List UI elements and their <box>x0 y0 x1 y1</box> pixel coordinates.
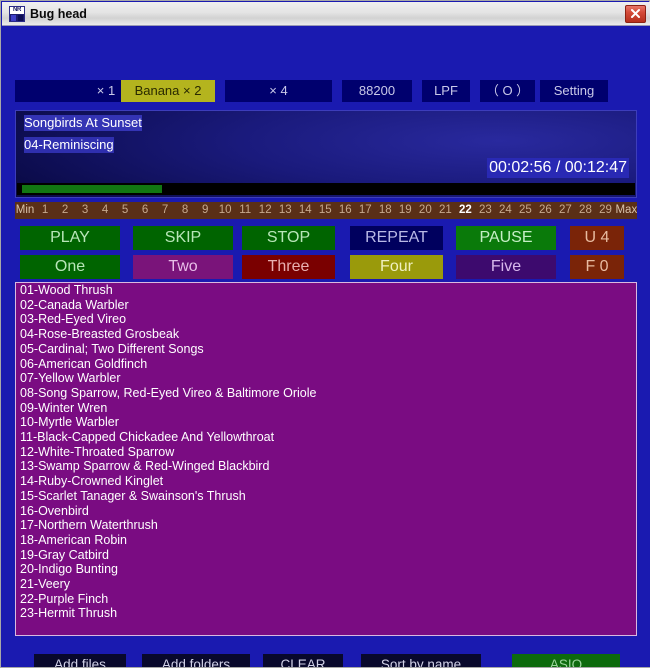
volume-scale[interactable]: Min 1 2 3 4 5 6 7 8 9 10 11 12 13 14 15 16 17 18 19 20 21 22 23… <box>15 202 637 219</box>
control-button-one[interactable]: One <box>20 255 120 279</box>
playlist-item[interactable]: 06-American Goldfinch <box>16 357 636 372</box>
volume-tick-3[interactable]: 3 <box>75 202 95 219</box>
control-button-stop[interactable]: STOP <box>242 226 335 250</box>
volume-tick-16[interactable]: 16 <box>335 202 355 219</box>
volume-tick-max[interactable]: Max <box>615 202 637 219</box>
toolbar-button-4[interactable]: LPF <box>422 80 470 102</box>
volume-tick-24[interactable]: 24 <box>495 202 515 219</box>
album-title: Songbirds At Sunset <box>24 115 142 131</box>
toolbar-button-5[interactable]: （ O ） <box>480 80 535 102</box>
playlist-item[interactable]: 23-Hermit Thrush <box>16 606 636 621</box>
volume-tick-5[interactable]: 5 <box>115 202 135 219</box>
playlist-item[interactable]: 11-Black-Capped Chickadee And Yellowthro… <box>16 430 636 445</box>
volume-tick-11[interactable]: 11 <box>235 202 255 219</box>
volume-tick-10[interactable]: 10 <box>215 202 235 219</box>
title-bar: NR Bug head <box>2 2 650 26</box>
volume-tick-8[interactable]: 8 <box>175 202 195 219</box>
playlist-item[interactable]: 22-Purple Finch <box>16 592 636 607</box>
volume-tick-4[interactable]: 4 <box>95 202 115 219</box>
volume-tick-9[interactable]: 9 <box>195 202 215 219</box>
control-button-five[interactable]: Five <box>456 255 556 279</box>
playlist[interactable]: 01-Wood Thrush 02-Canada Warbler 03-Red-Ey… <box>15 282 637 636</box>
volume-tick-18[interactable]: 18 <box>375 202 395 219</box>
control-button-three[interactable]: Three <box>242 255 335 279</box>
playlist-item[interactable]: 02-Canada Warbler <box>16 298 636 313</box>
volume-tick-13[interactable]: 13 <box>275 202 295 219</box>
playlist-item[interactable]: 20-Indigo Bunting <box>16 562 636 577</box>
control-button-two[interactable]: Two <box>133 255 233 279</box>
volume-tick-19[interactable]: 19 <box>395 202 415 219</box>
volume-tick-28[interactable]: 28 <box>575 202 595 219</box>
volume-tick-6[interactable]: 6 <box>135 202 155 219</box>
volume-tick-1[interactable]: 1 <box>35 202 55 219</box>
volume-tick-21[interactable]: 21 <box>435 202 455 219</box>
volume-tick-14[interactable]: 14 <box>295 202 315 219</box>
control-button-pause[interactable]: PAUSE <box>456 226 556 250</box>
playlist-item[interactable]: 15-Scarlet Tanager & Swainson's Thrush <box>16 489 636 504</box>
playlist-item[interactable]: 04-Rose-Breasted Grosbeak <box>16 327 636 342</box>
close-icon <box>631 9 640 18</box>
control-button-repeat[interactable]: REPEAT <box>350 226 443 250</box>
playlist-item[interactable]: 12-White-Throated Sparrow <box>16 445 636 460</box>
volume-tick-22[interactable]: 22 <box>455 202 475 219</box>
playlist-item[interactable]: 21-Veery <box>16 577 636 592</box>
volume-tick-15[interactable]: 15 <box>315 202 335 219</box>
app-icon-square-right <box>18 15 23 21</box>
volume-tick-26[interactable]: 26 <box>535 202 555 219</box>
playlist-item[interactable]: 19-Gray Catbird <box>16 548 636 563</box>
track-title: 04-Reminiscing <box>24 137 114 153</box>
bottom-button-clear[interactable]: CLEAR <box>263 654 343 667</box>
control-button-skip[interactable]: SKIP <box>133 226 233 250</box>
toolbar-button-6[interactable]: Setting <box>540 80 608 102</box>
toolbar-button-1[interactable]: Banana × 2 <box>121 80 215 102</box>
playlist-item[interactable]: 07-Yellow Warbler <box>16 371 636 386</box>
volume-tick-2[interactable]: 2 <box>55 202 75 219</box>
volume-tick-29[interactable]: 29 <box>595 202 615 219</box>
bottom-button-add-folders[interactable]: Add folders <box>142 654 250 667</box>
playlist-item[interactable]: 05-Cardinal; Two Different Songs <box>16 342 636 357</box>
volume-tick-17[interactable]: 17 <box>355 202 375 219</box>
volume-tick-25[interactable]: 25 <box>515 202 535 219</box>
playlist-item[interactable]: 03-Red-Eyed Vireo <box>16 312 636 327</box>
volume-tick-27[interactable]: 27 <box>555 202 575 219</box>
bottom-button-asio[interactable]: ASIO <box>512 654 620 667</box>
time-display: 00:02:56 / 00:12:47 <box>487 158 629 178</box>
toolbar-button-3[interactable]: 88200 <box>342 80 412 102</box>
volume-tick-12[interactable]: 12 <box>255 202 275 219</box>
window-title: Bug head <box>30 7 87 21</box>
client-area: × 1 Banana × 2 × 4 88200 LPF （ O ） Setting Son… <box>2 26 650 667</box>
control-button-u-4[interactable]: U 4 <box>570 226 624 250</box>
playlist-item[interactable]: 16-Ovenbird <box>16 504 636 519</box>
playlist-item[interactable]: 01-Wood Thrush <box>16 283 636 298</box>
bottom-button-add-files[interactable]: Add files <box>34 654 126 667</box>
playlist-item[interactable]: 10-Myrtle Warbler <box>16 415 636 430</box>
control-button-four[interactable]: Four <box>350 255 443 279</box>
app-icon: NR <box>9 6 25 22</box>
playlist-item[interactable]: 18-American Robin <box>16 533 636 548</box>
volume-tick-20[interactable]: 20 <box>415 202 435 219</box>
control-button-f-0[interactable]: F 0 <box>570 255 624 279</box>
playlist-item[interactable]: 09-Winter Wren <box>16 401 636 416</box>
app-icon-nr-text: NR <box>10 7 24 14</box>
now-playing-panel: Songbirds At Sunset 04-Reminiscing 00:02… <box>15 110 637 198</box>
volume-tick-min[interactable]: Min <box>15 202 35 219</box>
playlist-item[interactable]: 13-Swamp Sparrow & Red-Winged Blackbird <box>16 459 636 474</box>
playlist-item[interactable]: 08-Song Sparrow, Red-Eyed Vireo & Baltim… <box>16 386 636 401</box>
playlist-item[interactable]: 17-Northern Waterthrush <box>16 518 636 533</box>
control-button-play[interactable]: PLAY <box>20 226 120 250</box>
volume-tick-7[interactable]: 7 <box>155 202 175 219</box>
app-icon-square-left <box>11 15 16 21</box>
progress-bar-track[interactable] <box>17 183 635 195</box>
close-button[interactable] <box>625 5 646 23</box>
playlist-item[interactable]: 14-Ruby-Crowned Kinglet <box>16 474 636 489</box>
progress-bar-fill <box>22 185 162 193</box>
application-window: NR Bug head × 1 Banana × 2 × 4 88200 LPF （ O … <box>0 0 650 668</box>
bottom-button-sort-by-name[interactable]: Sort by name <box>361 654 481 667</box>
volume-tick-23[interactable]: 23 <box>475 202 495 219</box>
toolbar-button-2[interactable]: × 4 <box>225 80 332 102</box>
